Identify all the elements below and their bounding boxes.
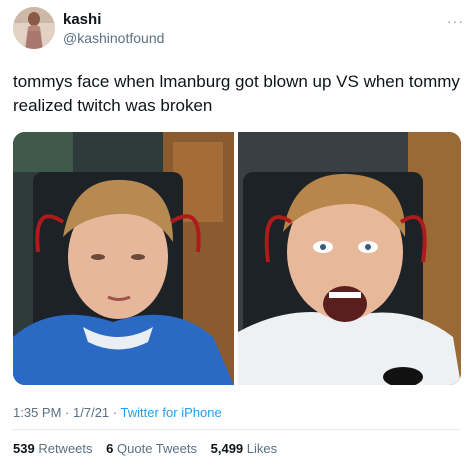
likes-stat[interactable]: 5,499 Likes	[211, 441, 278, 456]
avatar[interactable]	[13, 7, 55, 49]
user-handle[interactable]: @kashinotfound	[63, 30, 164, 46]
likes-label: Likes	[246, 441, 278, 456]
retweets-count: 539	[13, 441, 35, 456]
quotes-count: 6	[106, 441, 114, 456]
avatar-image	[13, 7, 55, 49]
tweet-text: tommys face when lmanburg got blown up V…	[13, 72, 460, 115]
media-photo-right[interactable]	[238, 132, 461, 385]
meta-separator: ·	[112, 405, 118, 420]
tweet-media[interactable]	[13, 132, 461, 385]
quote-tweets-stat[interactable]: 6 Quote Tweets	[106, 441, 200, 456]
meta-separator: ·	[65, 405, 70, 420]
quotes-label: Quote Tweets	[117, 441, 197, 456]
tweet-stats: 539 Retweets 6 Quote Tweets 5,499 Likes	[13, 441, 287, 456]
likes-count: 5,499	[210, 441, 244, 456]
display-name[interactable]: kashi	[63, 11, 101, 28]
tweet-date[interactable]: 1/7/21	[73, 405, 109, 420]
more-horizontal-icon[interactable]: ···	[447, 13, 464, 29]
tweet-time[interactable]: 1:35 PM	[13, 405, 61, 420]
divider	[13, 429, 461, 430]
retweets-label: Retweets	[38, 441, 93, 456]
tweet-source-link[interactable]: Twitter for iPhone	[121, 405, 222, 420]
retweets-stat[interactable]: 539 Retweets	[13, 441, 96, 456]
tweet-meta: 1:35 PM · 1/7/21 · Twitter for iPhone	[13, 405, 222, 420]
media-photo-left[interactable]	[13, 132, 234, 385]
